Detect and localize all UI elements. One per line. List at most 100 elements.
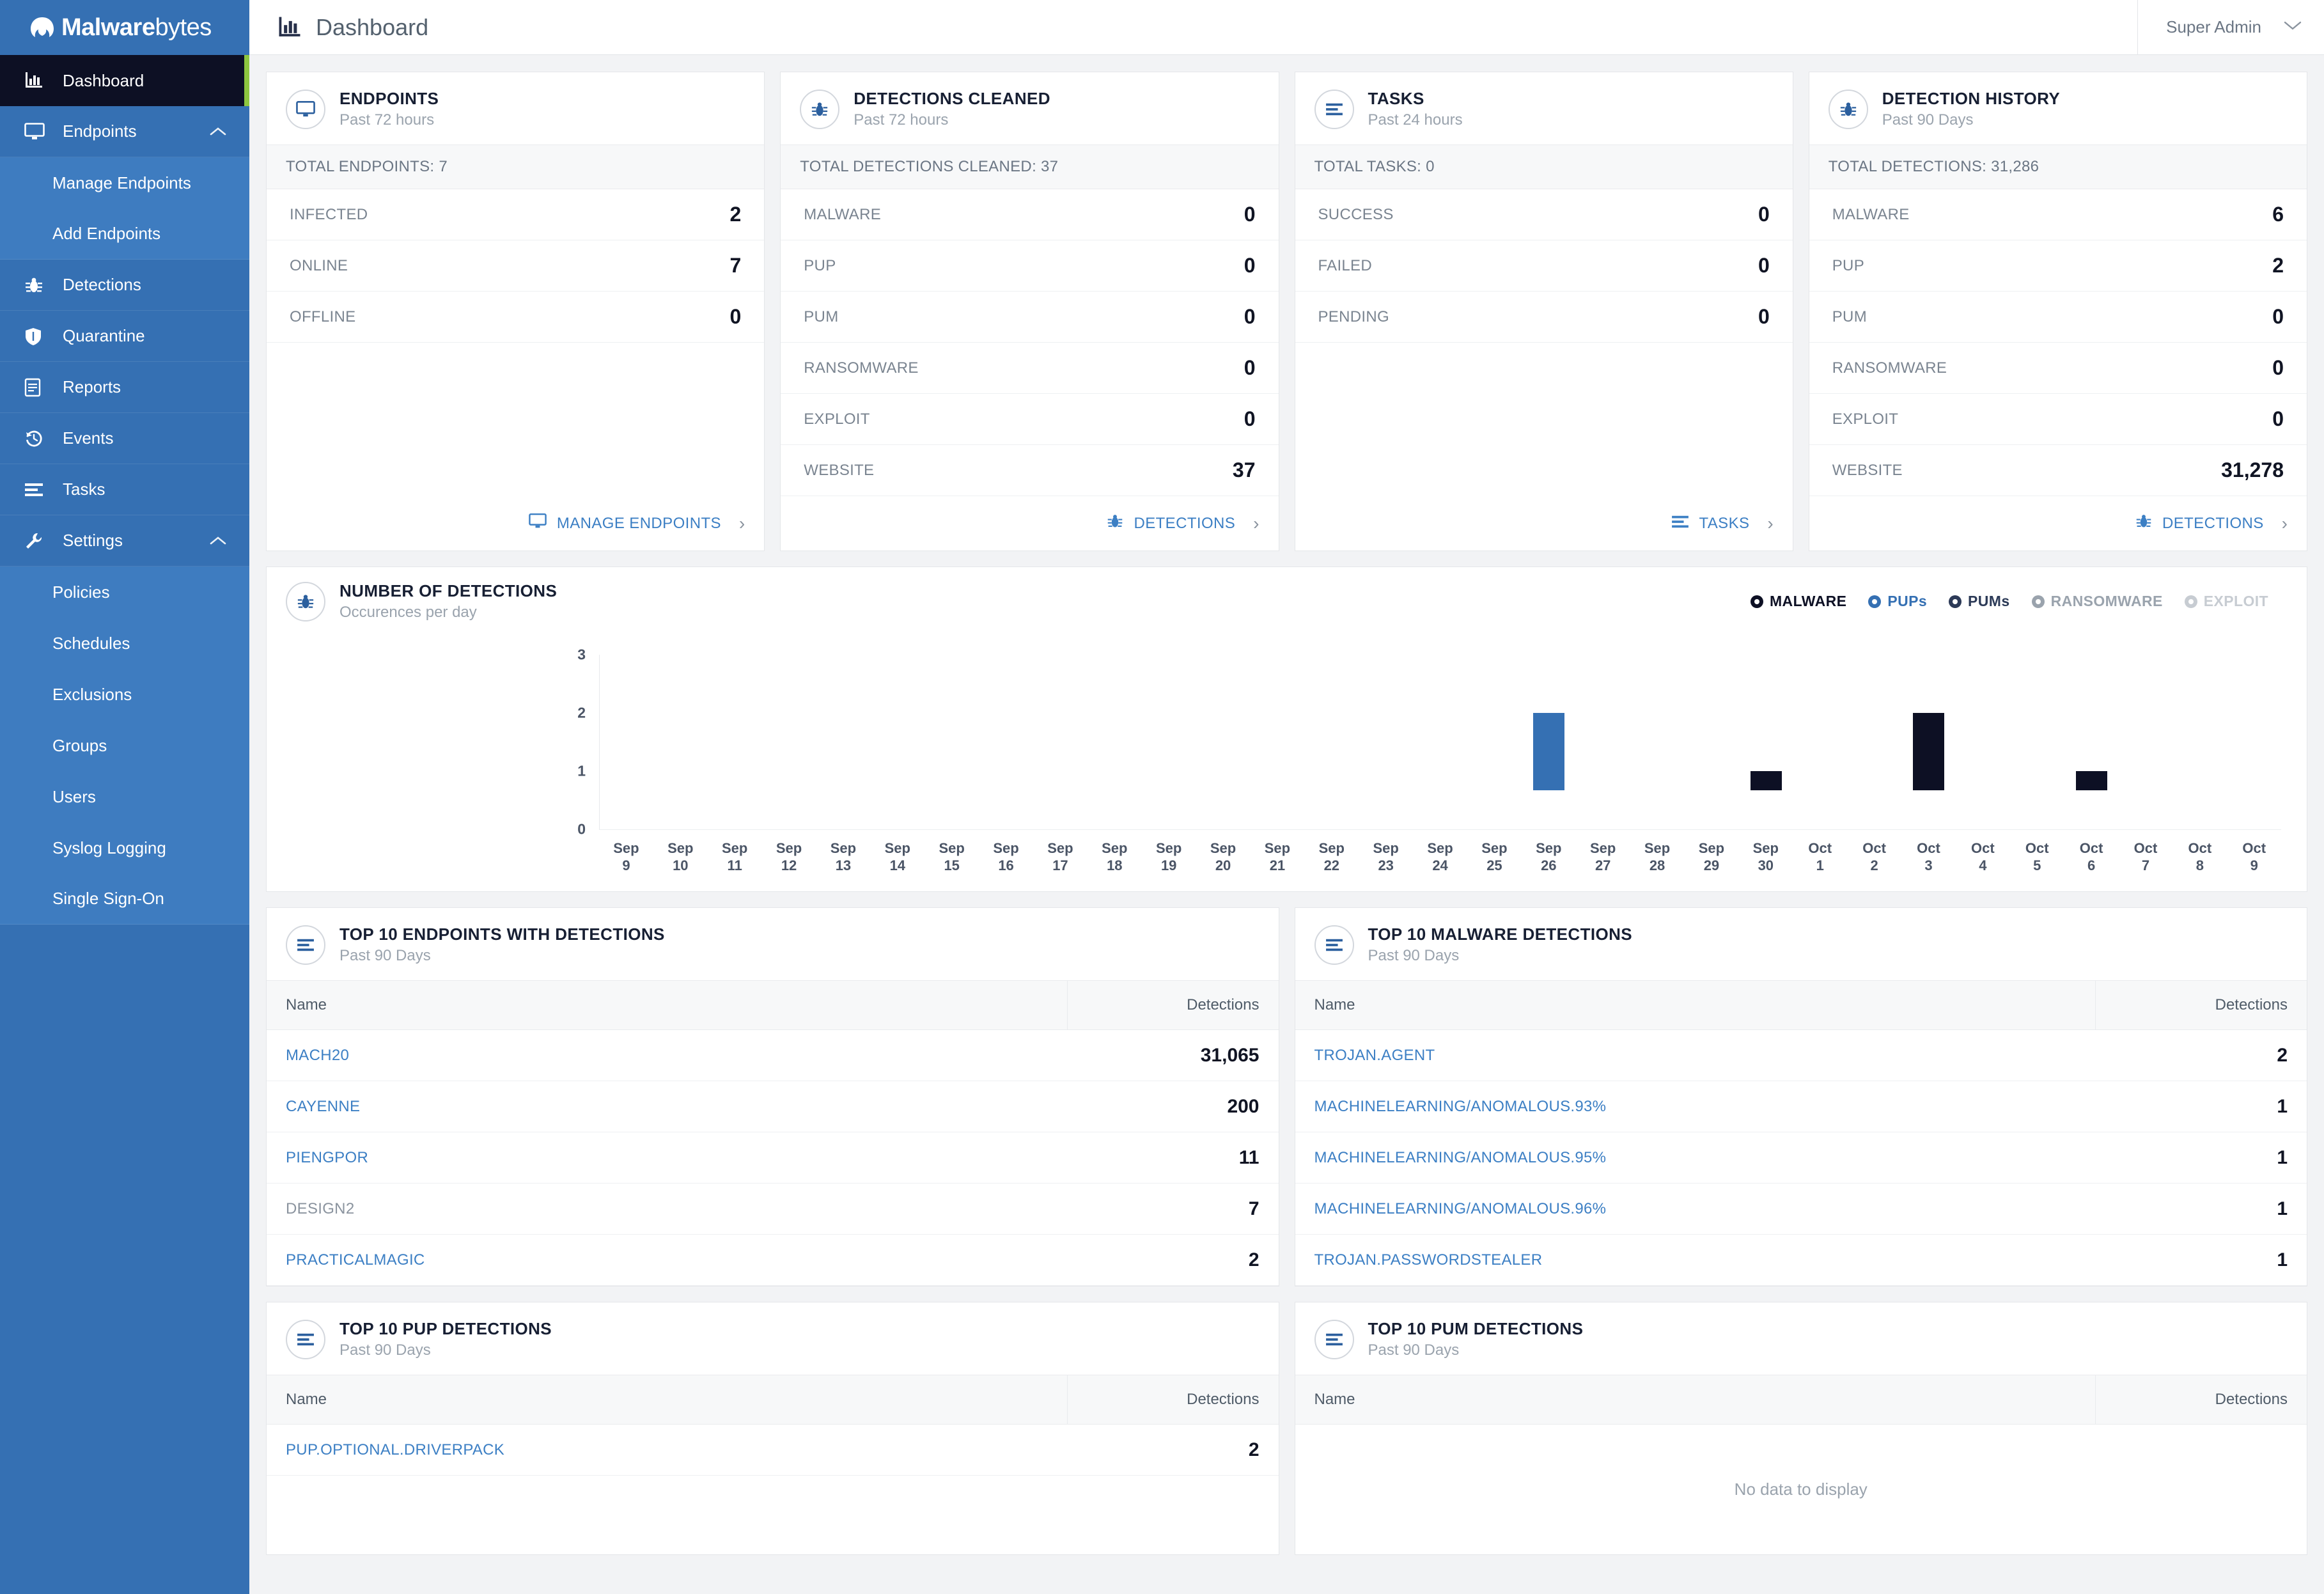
chart-bar-slot	[1522, 655, 1576, 829]
legend-item-ransomware[interactable]: RANSOMWARE	[2031, 593, 2163, 610]
panel-subtitle: Past 90 Days	[339, 947, 431, 964]
chart-bar-slot	[816, 655, 871, 829]
malware-name-link[interactable]: TROJAN.PASSWORDSTEALER	[1295, 1251, 2096, 1269]
endpoint-name-link[interactable]: PIENGPOR	[267, 1149, 1068, 1167]
x-axis-tick-label: Sep 11	[722, 840, 748, 874]
sidebar-item-schedules[interactable]: Schedules	[0, 618, 249, 669]
sidebar-item-label: Policies	[52, 582, 110, 602]
sidebar-item-detections[interactable]: Detections	[0, 260, 249, 311]
sidebar-item-policies[interactable]: Policies	[0, 566, 249, 618]
sidebar-item-endpoints[interactable]: Endpoints	[0, 106, 249, 157]
chevron-up-icon	[210, 121, 226, 141]
legend-dot-icon	[1751, 595, 1763, 608]
column-header-name[interactable]: Name	[1295, 1375, 2096, 1424]
panel-subtitle: Past 90 Days	[339, 1341, 431, 1359]
panel-top-pum-detections: TOP 10 PUM DETECTIONS Past 90 Days Name …	[1294, 1302, 2307, 1555]
list-icon	[24, 481, 54, 498]
legend-item-pups[interactable]: PUPs	[1868, 593, 1927, 610]
column-header-name[interactable]: Name	[267, 981, 1068, 1029]
card-subtitle: Past 72 hours	[854, 111, 949, 129]
stat-label: PUM	[1832, 308, 1867, 325]
x-axis-tick-label: Sep 29	[1698, 840, 1725, 874]
sidebar-item-label: Events	[63, 428, 114, 448]
panel-subtitle: Past 90 Days	[1368, 947, 1460, 964]
stat-row: INFECTED 2	[267, 189, 765, 240]
sidebar-item-label: Tasks	[63, 480, 105, 499]
malware-name-link[interactable]: TROJAN.AGENT	[1295, 1047, 2096, 1065]
detections-count: 2	[2277, 1044, 2288, 1066]
legend-item-malware[interactable]: MALWARE	[1751, 593, 1846, 610]
stat-label: INFECTED	[290, 205, 368, 223]
malware-name-link[interactable]: MACHINELEARNING/ANOMALOUS.93%	[1295, 1098, 2096, 1116]
pup-name-link[interactable]: PUP.OPTIONAL.DRIVERPACK	[267, 1441, 1068, 1459]
chevron-right-icon[interactable]: ›	[739, 513, 745, 534]
malwarebytes-logo-icon	[28, 13, 56, 42]
endpoint-name-link[interactable]: CAYENNE	[267, 1098, 1068, 1116]
sidebar-item-label: Single Sign-On	[52, 889, 164, 908]
chart-bar-slot	[979, 655, 1034, 829]
chart-title: NUMBER OF DETECTIONS	[339, 581, 558, 600]
sidebar-item-settings[interactable]: Settings	[0, 515, 249, 566]
table-row: DESIGN2 7	[267, 1184, 1279, 1235]
monitor-icon	[286, 89, 325, 129]
list-icon	[1671, 514, 1689, 534]
detections-link[interactable]: DETECTIONS	[1107, 513, 1235, 534]
chevron-up-icon	[210, 531, 226, 551]
brand-logo[interactable]: Malwarebytes	[0, 0, 249, 55]
sidebar-item-exclusions[interactable]: Exclusions	[0, 669, 249, 720]
chart-bar-slot	[871, 655, 925, 829]
chevron-right-icon[interactable]: ›	[1767, 513, 1773, 534]
sidebar-item-users[interactable]: Users	[0, 771, 249, 822]
x-axis-tick-label: Sep 9	[613, 840, 639, 874]
detections-link[interactable]: DETECTIONS	[2135, 513, 2264, 534]
chart-bar[interactable]	[1913, 713, 1945, 829]
stat-row: WEBSITE 31,278	[1809, 445, 2307, 496]
column-header-name[interactable]: Name	[1295, 981, 2096, 1029]
legend-label: RANSOMWARE	[2050, 593, 2163, 609]
manage-endpoints-link[interactable]: MANAGE ENDPOINTS	[529, 513, 721, 534]
endpoint-name-link[interactable]: PRACTICALMAGIC	[267, 1251, 1068, 1269]
column-header-detections[interactable]: Detections	[2096, 1375, 2307, 1424]
link-label: MANAGE ENDPOINTS	[556, 514, 721, 532]
sidebar-item-add-endpoints[interactable]: Add Endpoints	[0, 208, 249, 260]
sidebar-item-syslog-logging[interactable]: Syslog Logging	[0, 822, 249, 873]
x-axis-tick-label: Oct 9	[2242, 840, 2266, 874]
chart-bar[interactable]	[1533, 713, 1565, 829]
tasks-link[interactable]: TASKS	[1671, 514, 1750, 534]
sidebar-item-reports[interactable]: Reports	[0, 362, 249, 413]
chart-bar-slot	[1034, 655, 1088, 829]
sidebar-item-tasks[interactable]: Tasks	[0, 464, 249, 515]
stat-value: 7	[729, 254, 742, 277]
sidebar-item-label: Endpoints	[63, 121, 137, 141]
legend-item-exploit[interactable]: EXPLOIT	[2184, 593, 2268, 610]
stat-value: 0	[1758, 203, 1770, 226]
column-header-detections[interactable]: Detections	[1068, 981, 1279, 1029]
sidebar-item-quarantine[interactable]: Quarantine	[0, 311, 249, 362]
column-header-detections[interactable]: Detections	[1068, 1375, 1279, 1424]
bug-icon	[1107, 513, 1123, 534]
malware-name-link[interactable]: MACHINELEARNING/ANOMALOUS.95%	[1295, 1149, 2096, 1167]
stat-label: SUCCESS	[1318, 205, 1394, 223]
chart-bar[interactable]	[1750, 771, 1782, 829]
legend-item-pums[interactable]: PUMs	[1949, 593, 2010, 610]
column-header-name[interactable]: Name	[267, 1375, 1068, 1424]
chart-body: 0123 Sep 9 Sep 10 Sep 11 Sep 12 Sep 13 Sep 14 Sep 15 S…	[267, 636, 2307, 891]
stat-value: 0	[1244, 356, 1256, 379]
chart-bar[interactable]	[2075, 771, 2107, 829]
sidebar-item-label: Detections	[63, 275, 141, 294]
user-menu[interactable]: Super Admin	[2137, 0, 2324, 55]
malware-name-link[interactable]: MACHINELEARNING/ANOMALOUS.96%	[1295, 1200, 2096, 1218]
sidebar-item-events[interactable]: Events	[0, 413, 249, 464]
stat-row: PUP 2	[1809, 240, 2307, 292]
chevron-right-icon[interactable]: ›	[1253, 513, 1259, 534]
column-header-detections[interactable]: Detections	[2096, 981, 2307, 1029]
chevron-right-icon[interactable]: ›	[2282, 513, 2288, 534]
sidebar-item-manage-endpoints[interactable]: Manage Endpoints	[0, 157, 249, 208]
sidebar-item-single-sign-on[interactable]: Single Sign-On	[0, 873, 249, 925]
endpoint-name-link[interactable]: MACH20	[267, 1047, 1068, 1065]
sidebar-item-dashboard[interactable]: Dashboard	[0, 55, 249, 106]
sidebar-item-groups[interactable]: Groups	[0, 720, 249, 771]
stat-row: PUM 0	[781, 292, 1279, 343]
card-subtitle: Past 90 Days	[1882, 111, 1974, 129]
table-header: Name Detections	[267, 1375, 1279, 1425]
